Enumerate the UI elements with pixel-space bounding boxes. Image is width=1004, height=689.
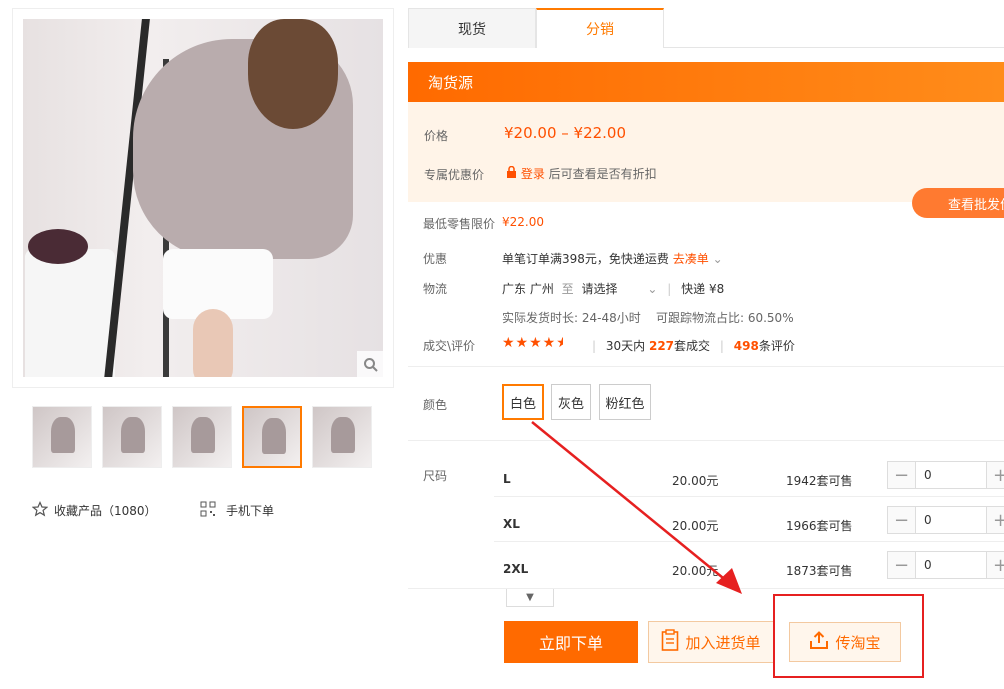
price-box: 价格 ¥20.00 – ¥22.00 专属优惠价 登录 后可查看是否有折扣 <box>408 102 1004 202</box>
divider <box>494 496 1004 497</box>
size-price: 20.00元 <box>672 474 719 488</box>
quantity-stepper: − + <box>887 551 1004 579</box>
thumbnail[interactable] <box>172 406 232 468</box>
divider <box>494 541 1004 542</box>
thumbnail[interactable] <box>102 406 162 468</box>
sales-unit: 套成交 <box>674 339 711 353</box>
color-option-white[interactable]: 白色 <box>502 384 544 420</box>
chevron-down-icon: ▼ <box>526 592 534 603</box>
min-retail-label: 最低零售限价 <box>423 217 496 231</box>
product-photo <box>23 19 383 377</box>
destination-select-label: 请选择 <box>581 282 618 296</box>
chevron-down-icon: ⌄ <box>712 252 723 266</box>
size-stock: 1966套可售 <box>786 519 853 533</box>
size-row: 2XL 20.00元 1873套可售 − + <box>408 548 1004 593</box>
thumbnail-selected[interactable] <box>242 406 302 468</box>
thumbnail[interactable] <box>32 406 92 468</box>
promo-row: 单笔订单满398元，免快递运费 去凑单 ⌄ <box>502 250 723 267</box>
chevron-down-icon: ⌄ <box>647 282 658 296</box>
color-option-pink[interactable]: 粉红色 <box>599 384 651 420</box>
highlight-box <box>773 594 924 678</box>
rating-stars: ★★★★★ <box>502 335 563 351</box>
view-wholesale-button[interactable]: 查看批发价 <box>912 188 1004 218</box>
quantity-stepper: − + <box>887 506 1004 534</box>
sales-period: 30天内 <box>605 339 646 353</box>
exclusive-discount: 登录 后可查看是否有折扣 <box>506 165 657 182</box>
reviews-label: 成交\评价 <box>423 339 476 353</box>
favorite-product-button[interactable]: 收藏产品（1080） <box>31 501 157 520</box>
color-option-gray[interactable]: 灰色 <box>551 384 591 420</box>
size-stock: 1942套可售 <box>786 474 853 488</box>
tab-in-stock[interactable]: 现货 <box>408 8 536 48</box>
color-label: 颜色 <box>423 398 448 412</box>
promo-label: 优惠 <box>423 252 448 266</box>
logistics-row: 广东 广州 至 请选择 ⌄ | 快递 ¥8 <box>502 282 725 296</box>
divider <box>408 366 1004 367</box>
quantity-input[interactable] <box>916 507 986 533</box>
decrement-button[interactable]: − <box>888 507 916 533</box>
price-label: 价格 <box>424 129 449 143</box>
favorite-label: 收藏产品（1080） <box>54 504 157 518</box>
size-name: 2XL <box>503 562 529 576</box>
add-to-cart-label: 加入进货单 <box>685 633 761 652</box>
sales-count: 227 <box>648 339 675 353</box>
review-count[interactable]: 498 <box>734 339 759 353</box>
order-now-button[interactable]: 立即下单 <box>504 621 638 663</box>
review-unit: 条评价 <box>758 339 795 353</box>
increment-button[interactable]: + <box>986 462 1004 488</box>
qrcode-icon <box>200 501 216 520</box>
destination-select[interactable]: 请选择 ⌄ <box>582 282 662 296</box>
ship-from: 广东 广州 <box>502 282 554 296</box>
banner-title: 淘货源 <box>428 73 474 92</box>
decrement-button[interactable]: − <box>888 552 916 578</box>
price-value: ¥20.00 – ¥22.00 <box>504 124 627 142</box>
main-product-image[interactable] <box>12 8 394 388</box>
promo-text: 单笔订单满398元，免快递运费 <box>502 252 669 266</box>
divider <box>408 440 1004 441</box>
login-link[interactable]: 登录 <box>521 167 545 181</box>
tab-distribution[interactable]: 分销 <box>536 8 664 48</box>
clipboard-icon <box>661 629 679 655</box>
min-retail-value: ¥22.00 <box>502 215 544 229</box>
increment-button[interactable]: + <box>986 507 1004 533</box>
logistics-label: 物流 <box>423 282 448 296</box>
mobile-order-label: 手机下单 <box>226 504 275 518</box>
promo-link[interactable]: 去凑单 <box>673 252 709 266</box>
source-banner: 淘货源 <box>408 62 1004 102</box>
size-price: 20.00元 <box>672 519 719 533</box>
decrement-button[interactable]: − <box>888 462 916 488</box>
size-name: XL <box>503 517 520 531</box>
reviews-row: | 30天内 227套成交 | 498条评价 <box>592 339 795 353</box>
quantity-input[interactable] <box>916 462 986 488</box>
divider <box>408 588 1004 589</box>
quantity-stepper: − + <box>887 461 1004 489</box>
add-to-cart-button[interactable]: 加入进货单 <box>648 621 774 663</box>
mobile-order-button[interactable]: 手机下单 <box>200 501 274 520</box>
exclusive-label: 专属优惠价 <box>424 168 485 182</box>
quantity-input[interactable] <box>916 552 986 578</box>
size-name: L <box>503 472 511 486</box>
size-price: 20.00元 <box>672 564 719 578</box>
to-word: 至 <box>561 282 574 296</box>
shipping-method: 快递 <box>681 282 706 296</box>
tab-bar: 现货 分销 <box>408 8 1004 48</box>
shipping-fee: ¥8 <box>708 282 725 296</box>
size-stock: 1873套可售 <box>786 564 853 578</box>
lock-icon <box>506 165 521 181</box>
thumbnail[interactable] <box>312 406 372 468</box>
star-icon <box>31 501 49 520</box>
expand-sizes-button[interactable]: ▼ <box>506 589 554 607</box>
logistics-detail: 实际发货时长: 24-48小时 可跟踪物流占比: 60.50% <box>502 311 794 325</box>
exclusive-suffix: 后可查看是否有折扣 <box>548 167 657 181</box>
increment-button[interactable]: + <box>986 552 1004 578</box>
thumbnail-strip <box>32 406 372 468</box>
zoom-icon[interactable] <box>357 351 385 379</box>
